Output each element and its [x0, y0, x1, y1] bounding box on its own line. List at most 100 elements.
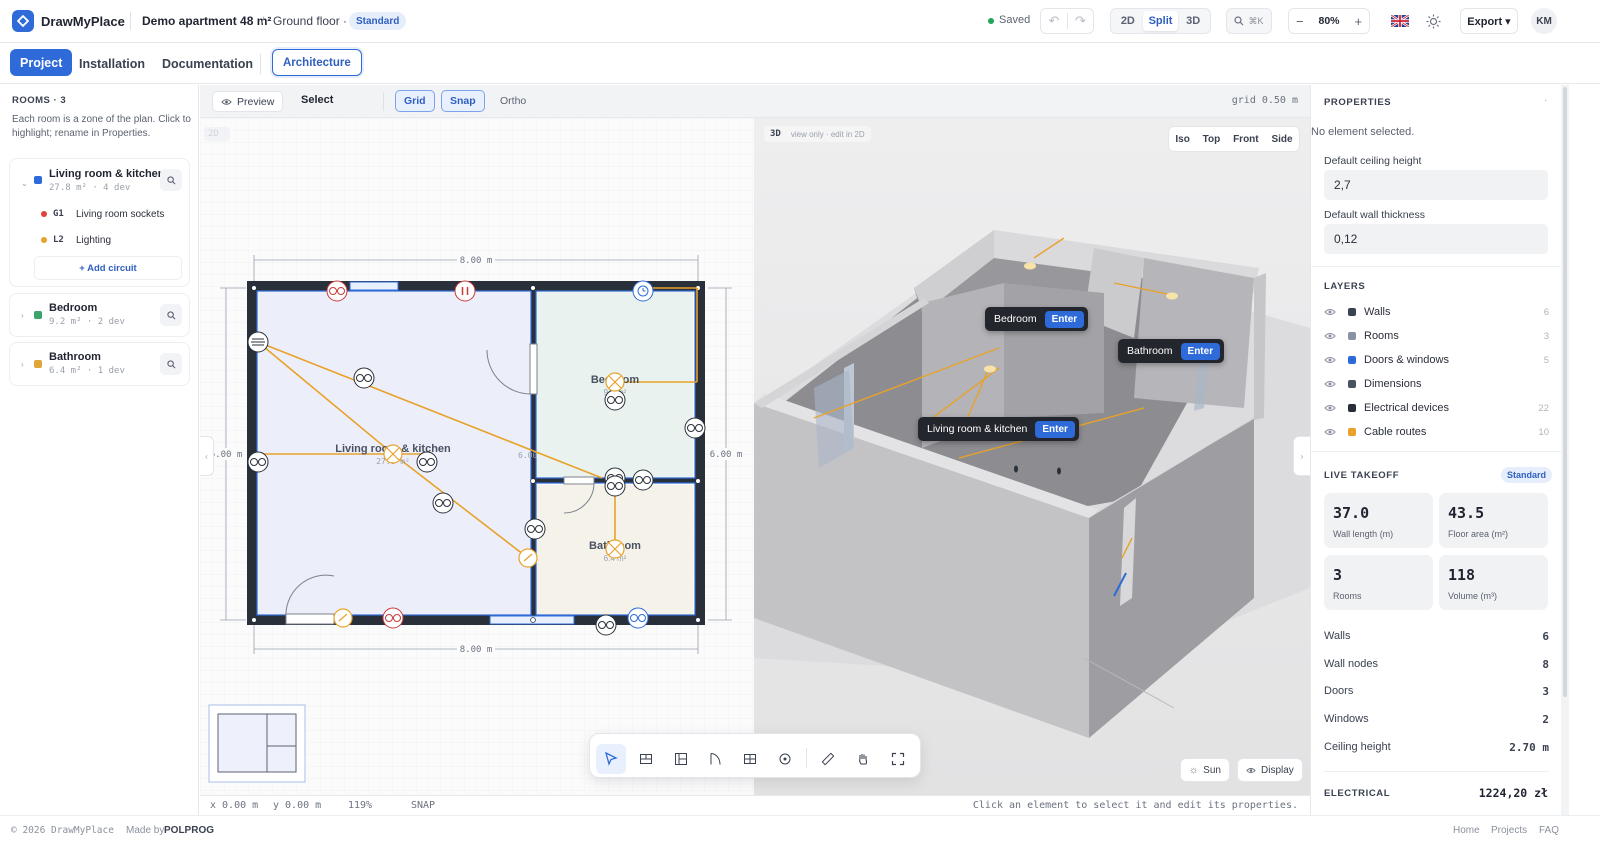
avatar[interactable]: KM	[1531, 8, 1557, 34]
pointer-icon	[605, 752, 618, 766]
locate-room-button[interactable]	[160, 304, 182, 326]
plan-zoom: 119%	[348, 800, 373, 811]
camera-front-button[interactable]: Front	[1233, 134, 1259, 145]
layer-row[interactable]: Rooms 3	[1324, 326, 1549, 346]
layer-row[interactable]: Doors & windows 5	[1324, 350, 1549, 370]
fit-view-button[interactable]	[883, 744, 913, 774]
floor-selector[interactable]: Ground floor ·	[273, 14, 347, 28]
layer-name: Electrical devices	[1364, 402, 1449, 414]
sun-button[interactable]: ☼ Sun	[1180, 758, 1230, 782]
layer-row[interactable]: Electrical devices 22	[1324, 398, 1549, 418]
undo-icon[interactable]: ↶	[1041, 13, 1067, 29]
display-button[interactable]: Display	[1237, 758, 1303, 782]
layer-row[interactable]: Cable routes 10	[1324, 422, 1549, 442]
project-name[interactable]: Demo apartment 48 m²	[142, 14, 271, 28]
locate-room-button[interactable]	[160, 353, 182, 375]
enter-room-button[interactable]: Enter	[1180, 342, 1221, 360]
collapse-icon[interactable]: ⌄	[21, 179, 28, 188]
search-icon	[166, 310, 175, 319]
floor-plan[interactable]: 2D 8.00 m 8.00 m 6.00 m 6.00 m 6.00 Livi…	[200, 118, 754, 795]
eye-icon[interactable]	[1324, 308, 1336, 316]
layer-row[interactable]: Dimensions	[1324, 374, 1549, 394]
device-icon	[779, 753, 791, 765]
logo-icon[interactable]	[12, 10, 34, 32]
eye-icon[interactable]	[1324, 428, 1336, 436]
tab-architecture[interactable]: Architecture	[272, 49, 362, 76]
search-icon	[166, 175, 175, 184]
circuit-name[interactable]: Lighting	[76, 235, 111, 246]
status-bar: x 0.00 m y 0.00 m 119% SNAP Click an ele…	[200, 795, 1310, 815]
select-mode-label[interactable]: Select	[301, 94, 333, 106]
search-button[interactable]: ⌘K	[1226, 8, 1272, 34]
camera-side-button[interactable]: Side	[1271, 134, 1292, 145]
view-split-button[interactable]: Split	[1142, 11, 1179, 31]
view3d-hint: view only · edit in 2D	[790, 129, 865, 139]
pan-tool-button[interactable]	[848, 744, 878, 774]
search-icon	[166, 359, 175, 368]
sun-label: Sun	[1203, 764, 1221, 776]
export-button[interactable]: Export ▾	[1460, 8, 1518, 34]
eye-icon[interactable]	[1324, 380, 1336, 388]
drawing-tools	[589, 733, 921, 778]
ruler-icon	[821, 752, 835, 766]
grid-toggle[interactable]: Grid	[395, 90, 435, 112]
eye-icon[interactable]	[1324, 404, 1336, 412]
room-card-bedroom[interactable]: › Bedroom 9.2 m² · 2 dev	[9, 293, 190, 337]
collapse-right-panel-button[interactable]: ›	[1293, 436, 1310, 476]
ceiling-height-input[interactable]: 2,7	[1324, 170, 1548, 200]
enter-room-button[interactable]: Enter	[1044, 310, 1085, 328]
scrollbar[interactable]	[1561, 85, 1569, 815]
camera-top-button[interactable]: Top	[1203, 134, 1221, 145]
properties-menu[interactable]: ·	[1544, 95, 1547, 106]
scrollbar-thumb[interactable]	[1563, 87, 1567, 697]
room-tool-button[interactable]	[666, 744, 696, 774]
room-card-bathroom[interactable]: › Bathroom 6.4 m² · 1 dev	[9, 342, 190, 386]
room-label-living: Living room & kitchen Enter	[918, 417, 1079, 441]
redo-icon[interactable]: ↷	[1066, 13, 1093, 29]
plan-2d-view[interactable]: 2D 8.00 m 8.00 m 6.00 m 6.00 m 6.00 Livi…	[200, 118, 754, 795]
device-tool-button[interactable]	[770, 744, 800, 774]
wall-thickness-input[interactable]: 0,12	[1324, 224, 1548, 254]
circuit-name[interactable]: Living room sockets	[76, 209, 164, 220]
preview-label: Preview	[237, 95, 275, 108]
footer-link-faq[interactable]: FAQ	[1539, 825, 1559, 836]
view-3d-button[interactable]: 3D	[1178, 15, 1208, 27]
expand-icon[interactable]: ›	[21, 311, 24, 320]
locate-room-button[interactable]	[160, 169, 182, 191]
footer-link-projects[interactable]: Projects	[1491, 825, 1527, 836]
window-tool-button[interactable]	[735, 744, 765, 774]
stat-card: 3 Rooms	[1324, 555, 1433, 610]
preview-button[interactable]: Preview	[212, 91, 284, 112]
tab-project[interactable]: Project	[10, 49, 73, 76]
collapse-left-panel-button[interactable]: ‹	[200, 436, 214, 476]
footer-link-home[interactable]: Home	[1453, 825, 1480, 836]
eye-icon[interactable]	[1324, 356, 1336, 364]
expand-icon[interactable]: ›	[21, 360, 24, 369]
tab-installation[interactable]: Installation	[69, 50, 155, 78]
snap-toggle[interactable]: Snap	[441, 90, 485, 112]
theme-sun-icon[interactable]	[1426, 14, 1441, 29]
tab-documentation[interactable]: Documentation	[152, 50, 263, 78]
uk-flag-icon[interactable]	[1391, 15, 1409, 27]
room-card-living[interactable]: ⌄ Living room & kitchen 27.8 m² · 4 dev …	[9, 158, 190, 287]
add-circuit-button[interactable]: + Add circuit	[34, 256, 182, 280]
view-3d[interactable]: 3D view only · edit in 2D Iso Top Front …	[754, 118, 1310, 795]
layer-row[interactable]: Walls 6	[1324, 302, 1549, 322]
zoom-out-button[interactable]: −	[1289, 14, 1310, 29]
measure-tool-button[interactable]	[813, 744, 843, 774]
select-tool-button[interactable]	[596, 744, 626, 774]
eye-icon[interactable]	[1324, 332, 1336, 340]
ortho-toggle[interactable]: Ortho	[492, 90, 534, 112]
view-2d-button[interactable]: 2D	[1113, 15, 1143, 27]
scene-3d[interactable]	[754, 118, 1310, 795]
properties-panel: PROPERTIES · No element selected. Defaul…	[1310, 85, 1600, 815]
enter-room-button[interactable]: Enter	[1035, 420, 1075, 438]
room-meta: 9.2 m² · 2 dev	[49, 317, 125, 327]
company-link[interactable]: POLPROG	[164, 825, 214, 836]
wall-tool-button[interactable]	[631, 744, 661, 774]
camera-iso-button[interactable]: Iso	[1175, 134, 1189, 145]
zoom-in-button[interactable]: +	[1348, 14, 1369, 29]
camera-presets: Iso Top Front Side	[1168, 126, 1300, 152]
layer-count: 3	[1543, 330, 1549, 342]
door-tool-button[interactable]	[700, 744, 730, 774]
